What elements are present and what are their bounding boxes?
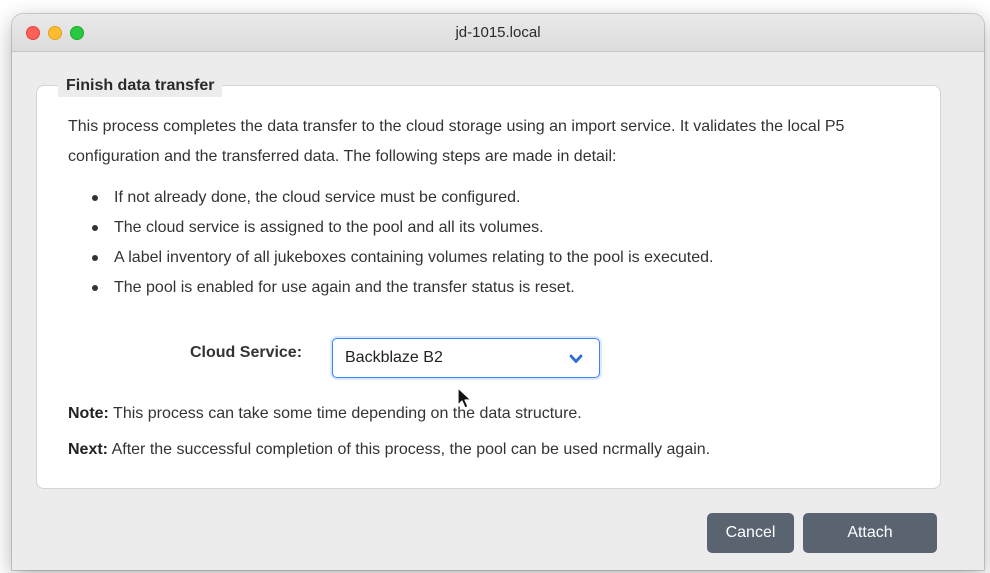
steps-list: If not already done, the cloud service m… <box>90 183 920 303</box>
note-text: Note: This process can take some time de… <box>68 405 582 423</box>
list-item: A label inventory of all jukeboxes conta… <box>90 243 920 273</box>
note-label: Note: <box>68 405 109 422</box>
window-title: jd-1015.local <box>455 24 541 41</box>
next-body: After the successful completion of this … <box>111 441 711 458</box>
chevron-down-icon <box>569 352 583 370</box>
list-item: The pool is enabled for use again and th… <box>90 273 920 303</box>
step-text: If not already done, the cloud service m… <box>114 189 521 206</box>
cloud-service-select[interactable]: Backblaze B2 <box>332 338 600 378</box>
step-text: The pool is enabled for use again and th… <box>114 279 575 296</box>
attach-button[interactable]: Attach <box>803 513 937 553</box>
bullet-icon <box>92 285 98 291</box>
step-text: A label inventory of all jukeboxes conta… <box>114 249 714 266</box>
dialog-window: jd-1015.local Finish data transfer This … <box>12 14 984 570</box>
cancel-button[interactable]: Cancel <box>707 513 794 553</box>
process-description: This process completes the data transfer… <box>68 118 845 165</box>
bullet-icon <box>92 225 98 231</box>
title-bar: jd-1015.local <box>12 14 984 52</box>
cloud-service-label: Cloud Service: <box>190 344 303 361</box>
list-item: If not already done, the cloud service m… <box>90 183 920 213</box>
next-label: Next: <box>68 441 109 458</box>
next-text: Next: After the successful completion of… <box>68 441 710 459</box>
cloud-service-value: Backblaze B2 <box>345 349 443 366</box>
panel-heading: Finish data transfer <box>58 75 223 97</box>
note-body: This process can take some time dependin… <box>113 405 582 422</box>
step-text: The cloud service is assigned to the poo… <box>114 219 544 236</box>
bullet-icon <box>92 195 98 201</box>
bullet-icon <box>92 255 98 261</box>
list-item: The cloud service is assigned to the poo… <box>90 213 920 243</box>
